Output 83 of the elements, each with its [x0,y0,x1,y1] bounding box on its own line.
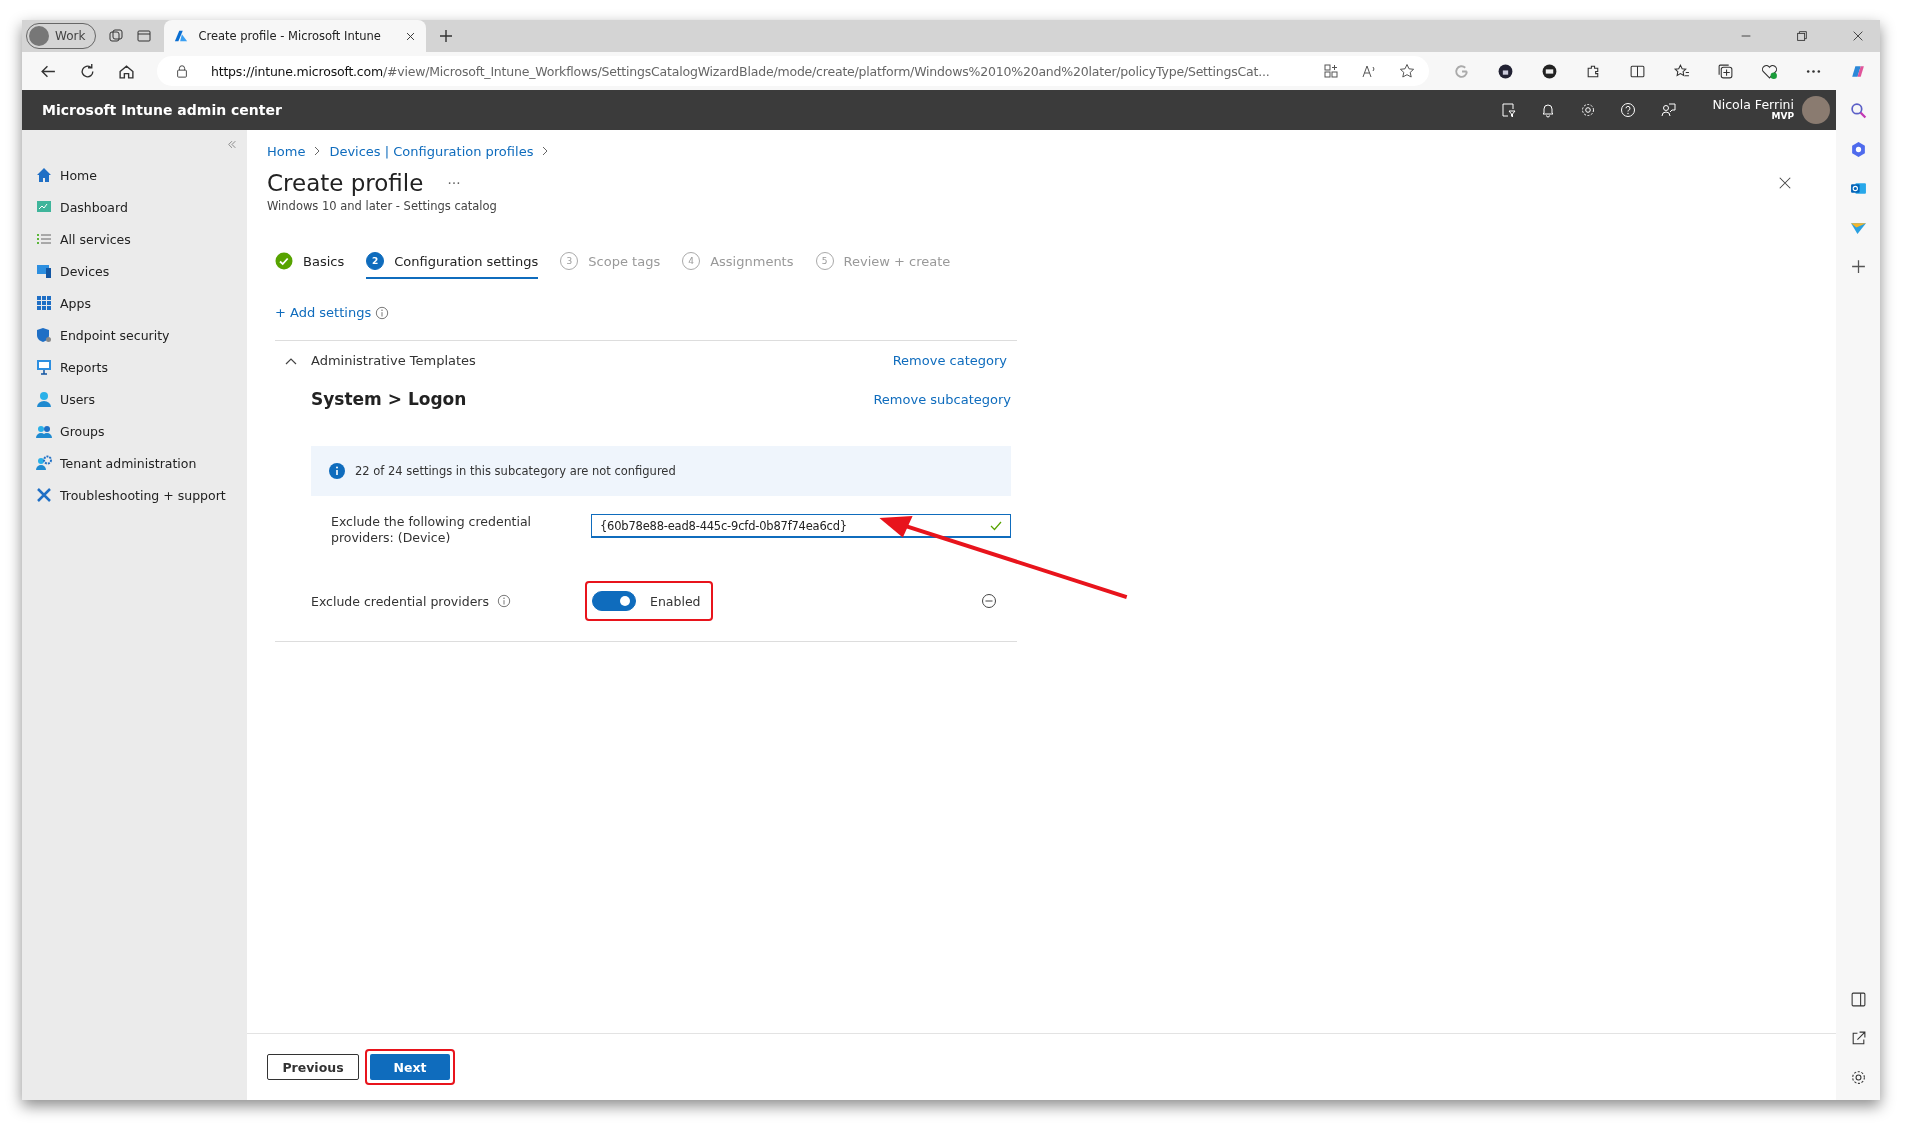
sidebar-item[interactable]: Endpoint security [36,319,247,351]
help-icon[interactable] [1620,102,1637,118]
sidebar-icon[interactable] [1849,991,1867,1008]
hexagon-icon[interactable] [1849,141,1867,158]
subcategory-title: System > Logon [311,389,467,409]
previous-button[interactable]: Previous [267,1054,359,1080]
account-button[interactable]: Nicola Ferrini MVP [1712,96,1830,124]
shield-icon [36,327,52,343]
home-icon[interactable] [118,62,135,80]
step-number: 2 [366,252,385,270]
caret-icon[interactable] [285,356,297,365]
reports-icon [36,359,52,375]
sidebar-item[interactable]: Tenant administration [36,447,247,479]
remove-subcategory-link[interactable]: Remove subcategory [873,391,1011,407]
chevron-icon [541,145,550,157]
close-icon[interactable] [1851,29,1865,43]
azure-logo-icon [174,29,189,43]
remove-category-link[interactable]: Remove category [892,353,1007,368]
breadcrumb-link[interactable]: Home [267,143,306,159]
info-icon [329,463,345,479]
next-button[interactable]: Next [370,1054,450,1080]
setting-label: Exclude the following credential providers: (Device) [331,514,533,546]
sidebar-item[interactable]: Apps [36,287,247,319]
wizard-step[interactable]: 2 Configuration settings [366,246,539,279]
page-title: Create profile [267,170,424,196]
new-tab-icon[interactable] [438,28,455,44]
remove-icon[interactable] [981,593,997,610]
sidebar-item[interactable]: Home [36,159,247,191]
mail-icon[interactable] [1849,180,1867,197]
info-text: 22 of 24 settings in this subcategory are not configured [355,464,676,478]
lock-icon [175,64,189,78]
tools-icon [36,487,52,503]
check-icon [990,520,1002,531]
avatar-icon [1802,96,1830,124]
setting-label: Exclude credential providers [311,593,489,609]
add-settings-link[interactable]: + Add settings [275,305,372,320]
star-icon[interactable] [1399,63,1415,79]
page-subtitle: Windows 10 and later - Settings catalog [267,199,498,213]
collections-icon[interactable] [1717,62,1734,80]
avatar-icon [29,26,49,46]
toggle-switch[interactable] [592,591,636,612]
sidebar-item[interactable]: Troubleshooting + support [36,479,247,511]
chevron-icon [313,145,322,157]
health-icon[interactable] [1761,62,1778,80]
apps-icon[interactable] [1323,63,1339,79]
group-icon [36,423,52,439]
sidebar-item[interactable]: Groups [36,415,247,447]
home-icon [36,167,52,183]
sidebar-item[interactable]: Devices [36,255,247,287]
info-icon [375,305,390,320]
devices-icon [36,263,52,279]
favorites-icon[interactable] [1673,62,1690,80]
toggle-status: Enabled [650,593,701,609]
more-icon[interactable] [447,181,462,185]
sidebar-item[interactable]: Dashboard [36,191,247,223]
dashboard-icon [36,199,52,215]
close-icon[interactable] [405,30,417,42]
refresh-icon[interactable] [79,62,96,80]
app-header: Microsoft Intune admin center Nicola Ferrini MVP [22,90,1836,130]
list-icon [36,231,52,247]
restore-icon[interactable] [1795,29,1809,43]
user-icon [36,391,52,407]
tenant-icon [36,455,52,471]
breadcrumb-link[interactable]: Devices | Configuration profiles [329,143,534,159]
feedback-icon[interactable] [1660,102,1677,118]
sidebar-item[interactable]: All services [36,223,247,255]
address-bar[interactable]: https://intune.microsoft.com/#view/Microsoft_Intune_Workflows/SettingsCatalogWizardBlade/mode/create/platform/Windows%2010%20and%20later/policyType/SettingsCat... [157,56,1429,86]
search-icon[interactable] [1849,102,1867,119]
apps-icon [36,295,52,311]
read-aloud-icon[interactable] [1361,63,1377,79]
add-icon[interactable] [1849,258,1867,275]
browser-tab[interactable]: Create profile - Microsoft Intune [164,20,427,52]
sidebar-item[interactable]: Users [36,383,247,415]
feedback-filter-icon[interactable] [1500,102,1517,118]
wizard-step[interactable]: Basics [275,246,345,279]
close-icon[interactable] [1778,176,1792,190]
category-name: Administrative Templates [311,353,476,368]
sidebar-item[interactable]: Reports [36,351,247,383]
tab-actions-icon[interactable] [136,28,153,44]
workspaces-icon[interactable] [108,28,125,44]
settings-icon[interactable] [1580,102,1597,118]
settings-icon[interactable] [1849,1069,1867,1086]
info-icon [497,594,511,609]
